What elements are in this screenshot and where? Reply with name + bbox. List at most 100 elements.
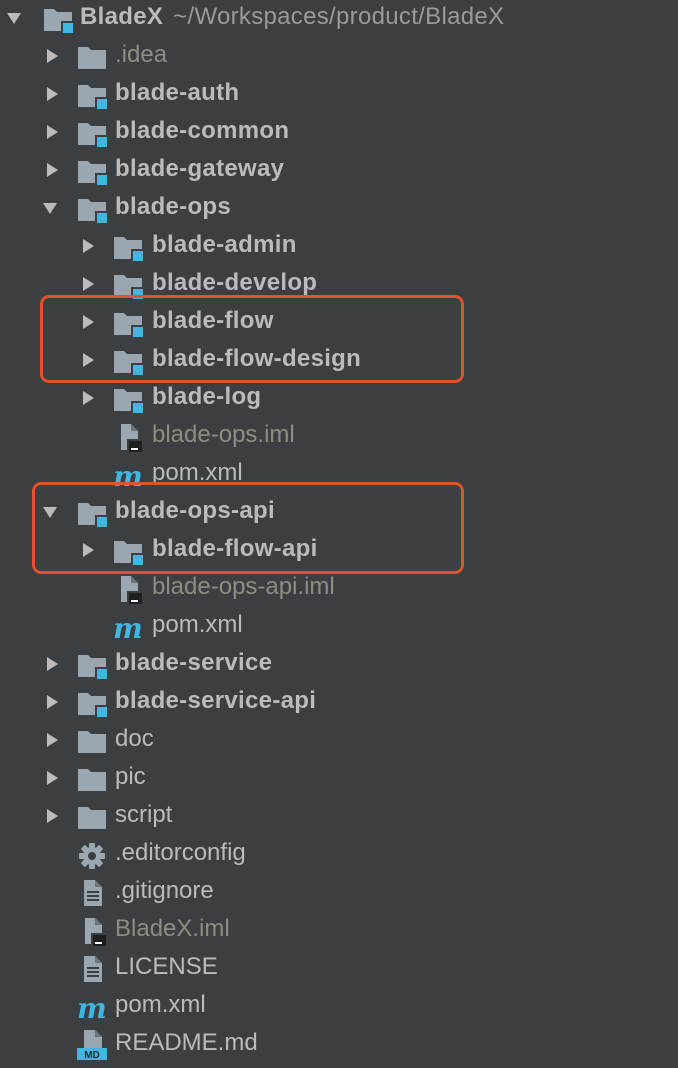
maven-m-icon	[76, 991, 108, 1023]
tree-row-root[interactable]: BladeX ~/Workspaces/product/BladeX	[0, 0, 678, 36]
chevron-right-icon[interactable]	[44, 656, 60, 672]
tree-row[interactable]: README.md	[0, 1024, 678, 1062]
chevron-right-icon[interactable]	[44, 162, 60, 178]
root-name: BladeX	[80, 3, 164, 30]
chevron-down-icon[interactable]	[6, 10, 22, 26]
chevron-down-icon[interactable]	[42, 200, 58, 216]
chevron-right-icon[interactable]	[44, 732, 60, 748]
tree-row-label: blade-service	[115, 649, 273, 676]
tree-row-label: blade-auth	[115, 79, 240, 106]
folder-icon	[76, 801, 108, 833]
module-folder-icon	[76, 117, 108, 149]
module-folder-icon	[76, 687, 108, 719]
gear-icon	[76, 839, 108, 871]
tree-row-label: blade-ops.iml	[152, 421, 295, 448]
tree-row[interactable]: .editorconfig	[0, 834, 678, 872]
tree-row-label: README.md	[115, 1029, 258, 1056]
tree-row[interactable]: blade-ops-api.iml	[0, 568, 678, 606]
module-folder-icon	[112, 345, 144, 377]
tree-row[interactable]: blade-flow-design	[0, 340, 678, 378]
markdown-file-icon	[76, 1029, 108, 1061]
chevron-right-icon[interactable]	[80, 238, 96, 254]
chevron-right-icon[interactable]	[44, 770, 60, 786]
tree-row[interactable]: .gitignore	[0, 872, 678, 910]
iml-file-icon	[112, 421, 144, 453]
folder-icon	[76, 763, 108, 795]
chevron-right-icon[interactable]	[44, 86, 60, 102]
maven-m-icon	[112, 459, 144, 491]
tree-row[interactable]: blade-ops.iml	[0, 416, 678, 454]
text-file-icon	[76, 953, 108, 985]
tree-row[interactable]: blade-auth	[0, 74, 678, 112]
tree-row-label: blade-ops-api.iml	[152, 573, 335, 600]
tree-row-label: blade-service-api	[115, 687, 317, 714]
tree-row[interactable]: blade-log	[0, 378, 678, 416]
tree-row[interactable]: blade-ops-api	[0, 492, 678, 530]
folder-icon	[76, 41, 108, 73]
module-folder-icon	[76, 649, 108, 681]
module-folder-icon	[76, 79, 108, 111]
tree-row-label: blade-flow-api	[152, 535, 318, 562]
module-folder-icon	[112, 383, 144, 415]
module-folder-icon	[112, 231, 144, 263]
tree-row[interactable]: blade-flow-api	[0, 530, 678, 568]
tree-row[interactable]: pic	[0, 758, 678, 796]
text-file-icon	[76, 877, 108, 909]
tree-row-label: pic	[115, 763, 146, 790]
tree-row-label: blade-gateway	[115, 155, 285, 182]
tree-row-label: blade-flow-design	[152, 345, 362, 372]
chevron-down-icon[interactable]	[42, 504, 58, 520]
tree-row-label: BladeX ~/Workspaces/product/BladeX	[80, 0, 504, 36]
module-folder-icon	[112, 535, 144, 567]
chevron-right-icon[interactable]	[44, 808, 60, 824]
tree-row[interactable]: .idea	[0, 36, 678, 74]
root-path: ~/Workspaces/product/BladeX	[173, 3, 505, 30]
tree-row[interactable]: blade-service	[0, 644, 678, 682]
chevron-right-icon[interactable]	[80, 390, 96, 406]
tree-row-label: pom.xml	[152, 611, 243, 638]
tree-row-label: blade-ops-api	[115, 497, 275, 524]
tree-row[interactable]: blade-common	[0, 112, 678, 150]
tree-row-label: blade-develop	[152, 269, 318, 296]
folder-icon	[76, 725, 108, 757]
module-folder-icon	[76, 497, 108, 529]
tree-row-label: blade-flow	[152, 307, 274, 334]
tree-row-label: .idea	[115, 41, 168, 68]
project-tree: BladeX ~/Workspaces/product/BladeX .idea …	[0, 0, 678, 1068]
tree-row[interactable]: pom.xml	[0, 986, 678, 1024]
tree-row-label: BladeX.iml	[115, 915, 230, 942]
tree-row-label: LICENSE	[115, 953, 218, 980]
chevron-right-icon[interactable]	[80, 542, 96, 558]
tree-row[interactable]: doc	[0, 720, 678, 758]
tree-row[interactable]: blade-gateway	[0, 150, 678, 188]
tree-row-label: blade-common	[115, 117, 290, 144]
chevron-right-icon[interactable]	[44, 48, 60, 64]
module-folder-icon	[76, 155, 108, 187]
tree-row[interactable]: script	[0, 796, 678, 834]
tree-row-label: pom.xml	[115, 991, 206, 1018]
chevron-right-icon[interactable]	[80, 352, 96, 368]
tree-row[interactable]: blade-admin	[0, 226, 678, 264]
chevron-right-icon[interactable]	[44, 124, 60, 140]
chevron-right-icon[interactable]	[44, 694, 60, 710]
tree-row[interactable]: blade-ops	[0, 188, 678, 226]
maven-m-icon	[112, 611, 144, 643]
tree-row[interactable]: blade-develop	[0, 264, 678, 302]
chevron-right-icon[interactable]	[80, 276, 96, 292]
iml-file-icon	[76, 915, 108, 947]
module-folder-icon	[112, 269, 144, 301]
tree-row-label: script	[115, 801, 173, 828]
tree-row[interactable]: blade-service-api	[0, 682, 678, 720]
tree-row[interactable]: pom.xml	[0, 454, 678, 492]
tree-row[interactable]: BladeX.iml	[0, 910, 678, 948]
tree-row[interactable]: LICENSE	[0, 948, 678, 986]
tree-row[interactable]: blade-flow	[0, 302, 678, 340]
tree-row-label: pom.xml	[152, 459, 243, 486]
tree-row-label: .editorconfig	[115, 839, 246, 866]
tree-row-label: doc	[115, 725, 154, 752]
tree-row-label: .gitignore	[115, 877, 214, 904]
tree-row[interactable]: pom.xml	[0, 606, 678, 644]
iml-file-icon	[112, 573, 144, 605]
tree-row-label: blade-ops	[115, 193, 232, 220]
chevron-right-icon[interactable]	[80, 314, 96, 330]
